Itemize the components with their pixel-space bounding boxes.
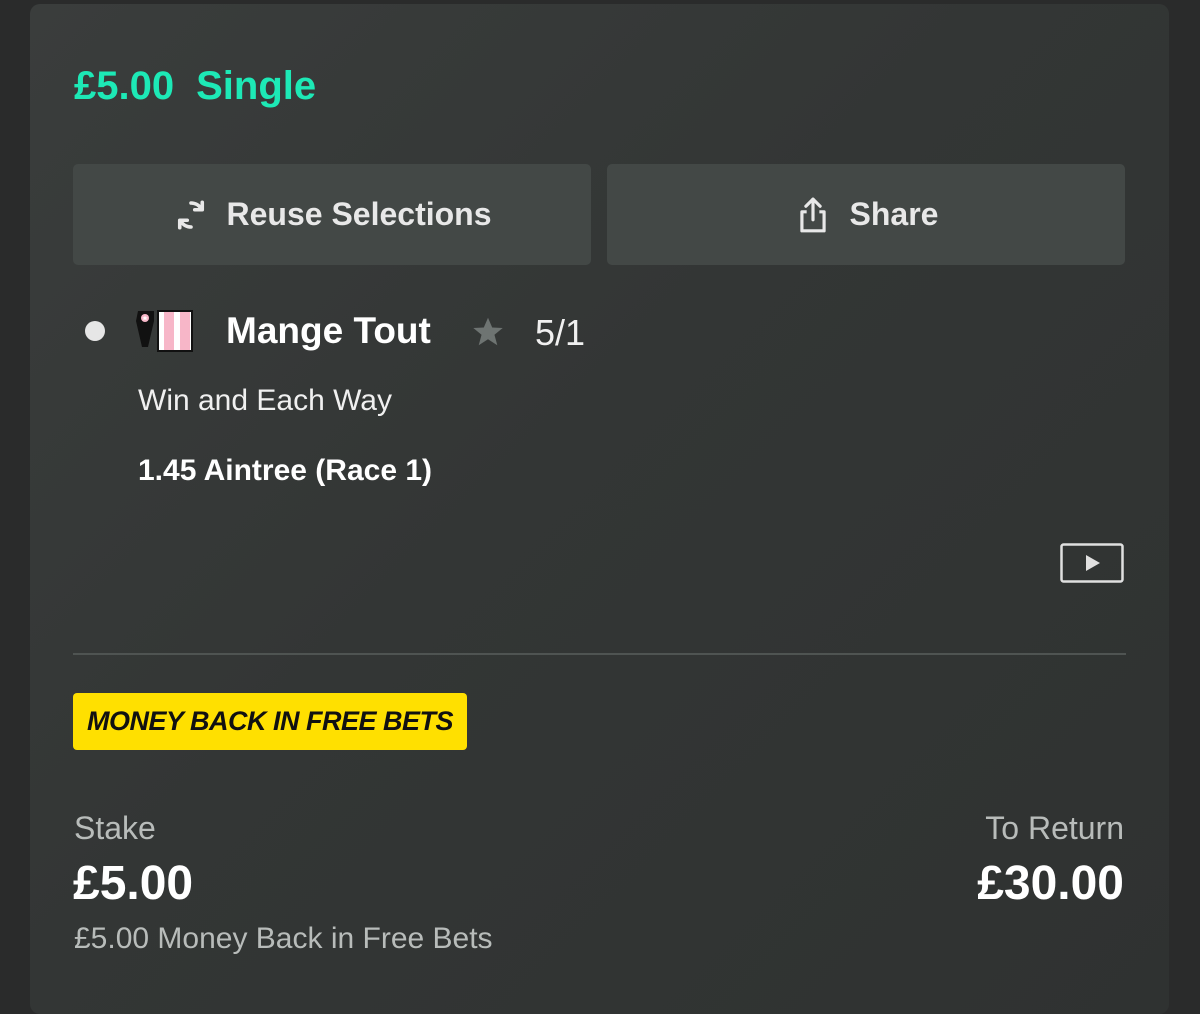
bet-type: Single	[196, 64, 317, 108]
stake-label: Stake	[74, 810, 156, 846]
play-icon[interactable]	[1060, 543, 1124, 583]
bet-header: £5.00 Single	[74, 64, 316, 109]
stake-note: £5.00 Money Back in Free Bets	[74, 922, 493, 955]
promo-badge: MONEY BACK IN FREE BETS	[73, 693, 468, 750]
refresh-icon	[173, 197, 209, 233]
share-button[interactable]: Share	[607, 164, 1125, 265]
bet-stake-amount: £5.00	[74, 64, 175, 108]
selection-odds: 5/1	[535, 312, 586, 353]
section-divider	[73, 653, 1126, 655]
market-name: Win and Each Way	[138, 384, 392, 417]
promo-badge-label: MONEY BACK IN FREE BETS	[87, 706, 454, 736]
share-icon	[794, 194, 832, 236]
bet-receipt-card: £5.00 Single Reuse Selections Share Mang…	[30, 4, 1169, 1014]
stake-value: £5.00	[73, 857, 194, 910]
star-icon[interactable]	[470, 314, 506, 350]
event-name: 1.45 Aintree (Race 1)	[138, 454, 433, 487]
return-value: £30.00	[977, 857, 1124, 910]
reuse-selections-button[interactable]: Reuse Selections	[73, 164, 591, 265]
jockey-silks-icon	[136, 310, 193, 352]
return-label: To Return	[985, 810, 1124, 846]
selection-status-dot	[85, 321, 105, 341]
share-label: Share	[849, 196, 939, 232]
horse-name: Mange Tout	[226, 310, 431, 351]
reuse-selections-label: Reuse Selections	[226, 196, 492, 232]
